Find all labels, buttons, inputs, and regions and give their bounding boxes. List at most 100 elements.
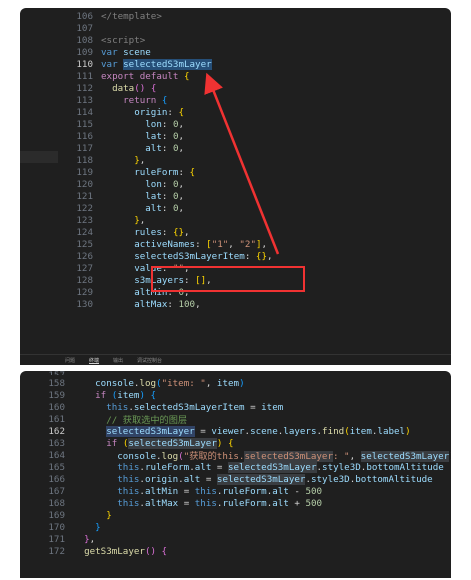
code-line[interactable]: 116 lat: 0, bbox=[20, 130, 451, 142]
code-line[interactable]: 162 selectedS3mLayer = viewer.scene.laye… bbox=[20, 425, 451, 437]
code-line[interactable]: 111 export default { bbox=[20, 70, 451, 82]
code-line[interactable]: 158 console.log("item: ", item) bbox=[20, 377, 451, 389]
code-line[interactable]: 170 } bbox=[20, 521, 451, 533]
code-token: { bbox=[227, 437, 234, 449]
line-number: 158 bbox=[48, 377, 65, 389]
code-token: {} bbox=[255, 250, 267, 262]
top-editor-panel: 106 </template> 107 108 <script> 109 var scene… bbox=[20, 8, 451, 365]
code-line[interactable]: 119 ruleForm: { bbox=[20, 166, 451, 178]
code-line[interactable]: 112 data() { bbox=[20, 82, 451, 94]
code-line[interactable]: 123 }, bbox=[20, 214, 451, 226]
line-number: 167 bbox=[48, 485, 65, 497]
code-token: if bbox=[95, 389, 112, 401]
code-line[interactable]: 109 var scene bbox=[20, 46, 451, 58]
code-line[interactable]: 125 activeNames: ["1", "2"], bbox=[20, 238, 451, 250]
line-number: 122 bbox=[76, 202, 93, 214]
code-line[interactable]: 107 bbox=[20, 22, 451, 34]
code-line[interactable]: 106 </template> bbox=[20, 10, 451, 22]
code-token: = bbox=[178, 497, 195, 509]
code-token: , bbox=[261, 238, 268, 250]
panel-tab[interactable]: 调试控制台 bbox=[137, 357, 162, 364]
code-line[interactable]: 122 alt: 0, bbox=[20, 202, 451, 214]
code-text: this.ruleForm.alt = selectedS3mLayer.sty… bbox=[65, 461, 444, 473]
code-line[interactable]: 167 this.altMin = this.ruleForm.alt - 50… bbox=[20, 485, 451, 497]
line-number: 127 bbox=[76, 262, 93, 274]
code-text: origin: { bbox=[93, 107, 184, 118]
code-token: : bbox=[161, 130, 173, 142]
code-text: }, bbox=[93, 155, 145, 166]
line-number: 169 bbox=[48, 509, 65, 521]
code-token: "1" bbox=[211, 238, 229, 250]
code-line[interactable]: 161 // 获取选中的图层 bbox=[20, 413, 451, 427]
line-number: 106 bbox=[76, 10, 93, 22]
code-token: , bbox=[195, 298, 201, 310]
code-text: return { bbox=[93, 95, 167, 106]
bottom-cut-line: 157 bbox=[20, 371, 451, 375]
code-token: item bbox=[349, 425, 372, 437]
line-number: 120 bbox=[76, 178, 93, 190]
code-token: - bbox=[288, 485, 306, 497]
code-line[interactable]: 168 this.altMax = this.ruleForm.alt + 50… bbox=[20, 497, 451, 509]
code-line[interactable]: 108 <script> bbox=[20, 34, 451, 46]
code-token: : bbox=[244, 250, 256, 262]
code-text: this.altMin = this.ruleForm.alt - 500 bbox=[65, 486, 322, 497]
code-line[interactable]: 166 this.origin.alt = selectedS3mLayer.s… bbox=[20, 473, 451, 485]
line-number: 164 bbox=[48, 449, 65, 461]
code-line[interactable]: 121 lat: 0, bbox=[20, 190, 451, 202]
code-line[interactable]: 126 selectedS3mLayerItem: {}, bbox=[20, 250, 451, 262]
code-line[interactable]: 115 lon: 0, bbox=[20, 118, 451, 130]
code-token: rules bbox=[134, 226, 162, 238]
code-text: }, bbox=[93, 215, 145, 226]
code-token: , bbox=[178, 142, 185, 154]
code-token: () bbox=[134, 82, 151, 94]
code-line[interactable]: 120 lon: 0, bbox=[20, 178, 451, 190]
code-line[interactable]: 165 this.ruleForm.alt = selectedS3mLayer… bbox=[20, 461, 451, 473]
code-text: selectedS3mLayerItem: {}, bbox=[93, 250, 272, 262]
code-token: ruleForm bbox=[144, 461, 190, 473]
code-line[interactable]: 124 rules: {}, bbox=[20, 226, 451, 238]
code-line[interactable]: 172 getS3mLayer() { bbox=[20, 545, 451, 557]
code-line[interactable]: 171 }, bbox=[20, 533, 451, 545]
code-token: , bbox=[178, 178, 185, 190]
code-line[interactable]: 110 var selectedS3mLayer bbox=[20, 58, 451, 70]
line-number: 166 bbox=[48, 473, 65, 485]
code-token: selectedS3mLayer bbox=[360, 451, 450, 462]
panel-tab[interactable]: 问题 bbox=[65, 357, 75, 364]
code-line[interactable]: 113 return { bbox=[20, 94, 451, 106]
code-token: altMax bbox=[144, 497, 179, 509]
code-token: , bbox=[178, 202, 185, 214]
code-token: selectedS3mLayerItem bbox=[134, 250, 245, 262]
code-line[interactable]: 118 }, bbox=[20, 154, 451, 166]
line-number: 125 bbox=[76, 238, 93, 250]
code-line[interactable]: 114 origin: { bbox=[20, 106, 451, 118]
line-number: 119 bbox=[76, 166, 93, 178]
code-token: console bbox=[95, 377, 134, 389]
code-line[interactable]: 117 alt: 0, bbox=[20, 142, 451, 154]
code-token: alt bbox=[272, 497, 289, 509]
code-token: , bbox=[228, 238, 240, 250]
panel-tab[interactable]: 终端 bbox=[89, 357, 99, 364]
code-line[interactable]: 169 } bbox=[20, 509, 451, 521]
code-token: style3D bbox=[310, 473, 350, 485]
line-number: 159 bbox=[48, 389, 65, 401]
panel-tab[interactable]: 输出 bbox=[113, 357, 123, 364]
code-token: : " bbox=[332, 451, 350, 462]
code-token: : bbox=[161, 178, 173, 190]
code-text: } bbox=[65, 522, 101, 533]
line-number: 157 bbox=[20, 371, 65, 375]
code-token: lon bbox=[145, 178, 162, 190]
code-line[interactable]: 159 if (item) { bbox=[20, 389, 451, 401]
code-line[interactable]: 130 altMax: 100, bbox=[20, 298, 451, 310]
code-token: altMin bbox=[144, 485, 179, 497]
code-token: this bbox=[117, 473, 140, 485]
code-token: selectedS3mLayer bbox=[123, 58, 212, 70]
line-number: 111 bbox=[76, 70, 93, 82]
code-line[interactable]: 164 console.log("获取的this.selectedS3mLaye… bbox=[20, 449, 451, 462]
code-token: viewer bbox=[211, 425, 245, 437]
